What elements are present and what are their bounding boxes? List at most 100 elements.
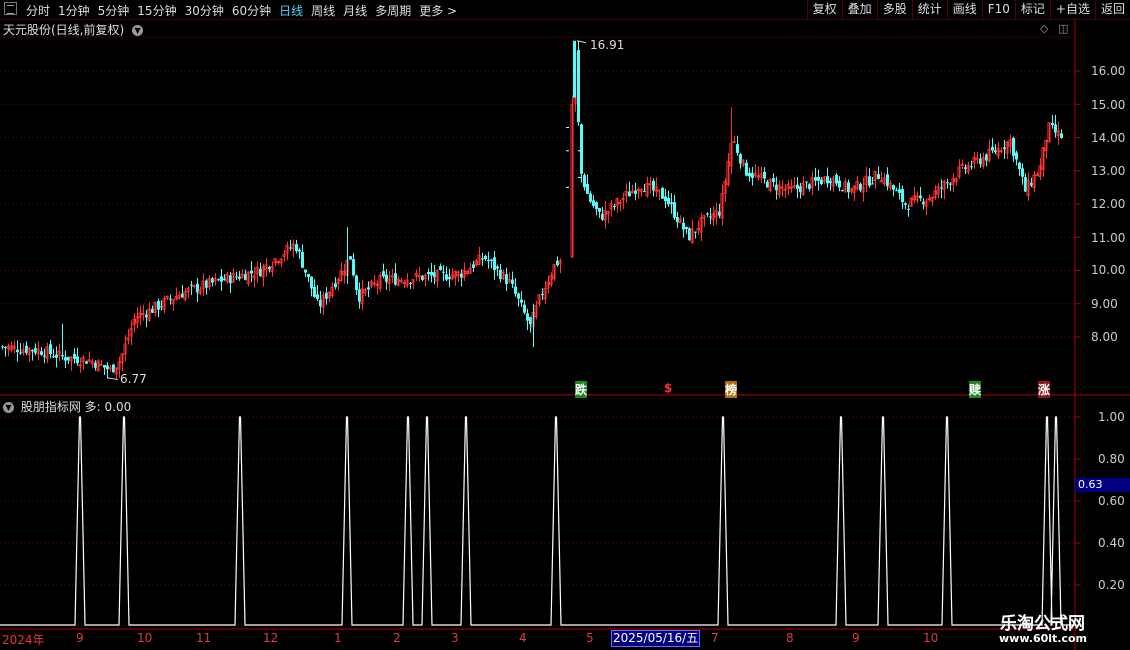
candle-body: [772, 178, 775, 182]
candle-body: [220, 276, 223, 282]
candle-body: [667, 198, 670, 205]
candle-body: [907, 208, 910, 210]
signal-flag-rise[interactable]: 涨: [1038, 381, 1051, 398]
candle-body: [526, 313, 529, 321]
candle-body: [316, 294, 319, 299]
candle-body: [76, 356, 79, 364]
candle-body: [313, 286, 316, 297]
candle-body: [898, 189, 901, 193]
indicator-line: [0, 416, 1075, 626]
candle-body: [514, 286, 517, 294]
x-axis-label: 9: [76, 631, 84, 645]
candle-body: [756, 175, 760, 178]
signal-flag-redeem[interactable]: 赎: [969, 381, 982, 398]
candle-body: [103, 365, 106, 368]
candle-body: [310, 276, 313, 289]
candle-body: [141, 312, 145, 315]
candle-body: [748, 172, 751, 177]
x-axis-label: 3: [451, 631, 459, 645]
candle-body: [445, 274, 448, 280]
indicator-title: 股朋指标网 多: 0.00: [20, 400, 132, 414]
watermark-title: 乐淘公式网: [1000, 614, 1085, 634]
candle-body: [73, 353, 76, 359]
candle-body: [636, 188, 640, 191]
candle-body: [484, 256, 487, 260]
candle-body: [838, 180, 841, 188]
candle-body: [1060, 133, 1063, 138]
candle-body: [577, 50, 580, 123]
signal-flag-fall[interactable]: 跌: [575, 381, 588, 398]
signal-flag-dollar[interactable]: $: [664, 381, 672, 395]
candle-body: [661, 187, 664, 199]
candle-body: [792, 185, 796, 188]
candle-body: [31, 350, 34, 352]
candle-body: [892, 185, 895, 190]
x-axis-label: 10: [137, 631, 153, 645]
candle-body: [589, 193, 592, 202]
candle-body: [372, 282, 376, 285]
candle-body: [352, 259, 355, 276]
candle-body: [427, 272, 430, 275]
candle-body: [355, 275, 358, 290]
candle-body: [592, 200, 595, 206]
candle-body: [493, 257, 496, 271]
candle-body: [1012, 137, 1015, 156]
x-axis-label: 9: [852, 631, 860, 645]
candle-body: [595, 202, 598, 209]
candle-body: [520, 299, 523, 303]
candle-body: [664, 196, 667, 202]
candle-body: [805, 181, 808, 183]
high-price-label: 16.91: [590, 38, 625, 52]
candle-body: [349, 256, 352, 260]
signal-flag-rank[interactable]: 榜: [725, 381, 738, 398]
x-axis-label: 4: [519, 631, 527, 645]
candle-body: [879, 180, 883, 183]
candle-body: [634, 190, 637, 194]
price-tick: 14.00: [1091, 131, 1126, 145]
price-tick: 9.00: [1091, 297, 1118, 311]
indicator-tick: 0.40: [1098, 536, 1125, 550]
candle-body: [99, 363, 103, 366]
candle-body: [877, 174, 880, 179]
kline-chart[interactable]: [0, 0, 1130, 650]
x-axis-label: 5: [586, 631, 594, 645]
candle-body: [490, 259, 493, 261]
candle-body: [694, 231, 697, 233]
indicator-tick: 0.80: [1098, 452, 1125, 466]
candle-body: [64, 357, 67, 361]
candle-body: [999, 150, 1003, 153]
candle-body: [517, 293, 520, 299]
candle-body: [598, 208, 601, 212]
candle-body: [814, 177, 817, 181]
candle-body: [304, 269, 307, 273]
x-axis-label: 8: [786, 631, 794, 645]
chevron-down-icon[interactable]: ▼: [3, 402, 14, 413]
candle-body: [583, 175, 586, 188]
x-axis-label: 7: [711, 631, 719, 645]
candle-body: [157, 300, 160, 310]
candle-body: [736, 144, 739, 153]
candle-body: [235, 276, 238, 278]
candle-body: [192, 285, 196, 288]
price-tick: 15.00: [1091, 98, 1126, 112]
candle-body: [696, 228, 700, 231]
x-axis-label: 12: [263, 631, 279, 645]
x-axis-label: 2: [393, 631, 401, 645]
candle-body: [402, 282, 406, 285]
candle-body: [496, 266, 499, 269]
candle-body: [580, 124, 583, 174]
price-tick: 8.00: [1091, 330, 1118, 344]
candle-body: [523, 304, 526, 313]
candle-body: [367, 287, 370, 290]
x-axis-label: 11: [196, 631, 212, 645]
candle-body: [871, 183, 874, 185]
candle-body: [817, 176, 820, 181]
indicator-current-value: 0.63: [1075, 478, 1130, 492]
candle-body: [511, 279, 514, 284]
cursor-date-label: 2025/05/16/五: [611, 630, 701, 647]
candle-body: [85, 361, 88, 364]
candle-body: [648, 183, 652, 186]
price-tick: 13.00: [1091, 164, 1126, 178]
high-candle: [573, 40, 576, 98]
candle-body: [618, 201, 622, 204]
